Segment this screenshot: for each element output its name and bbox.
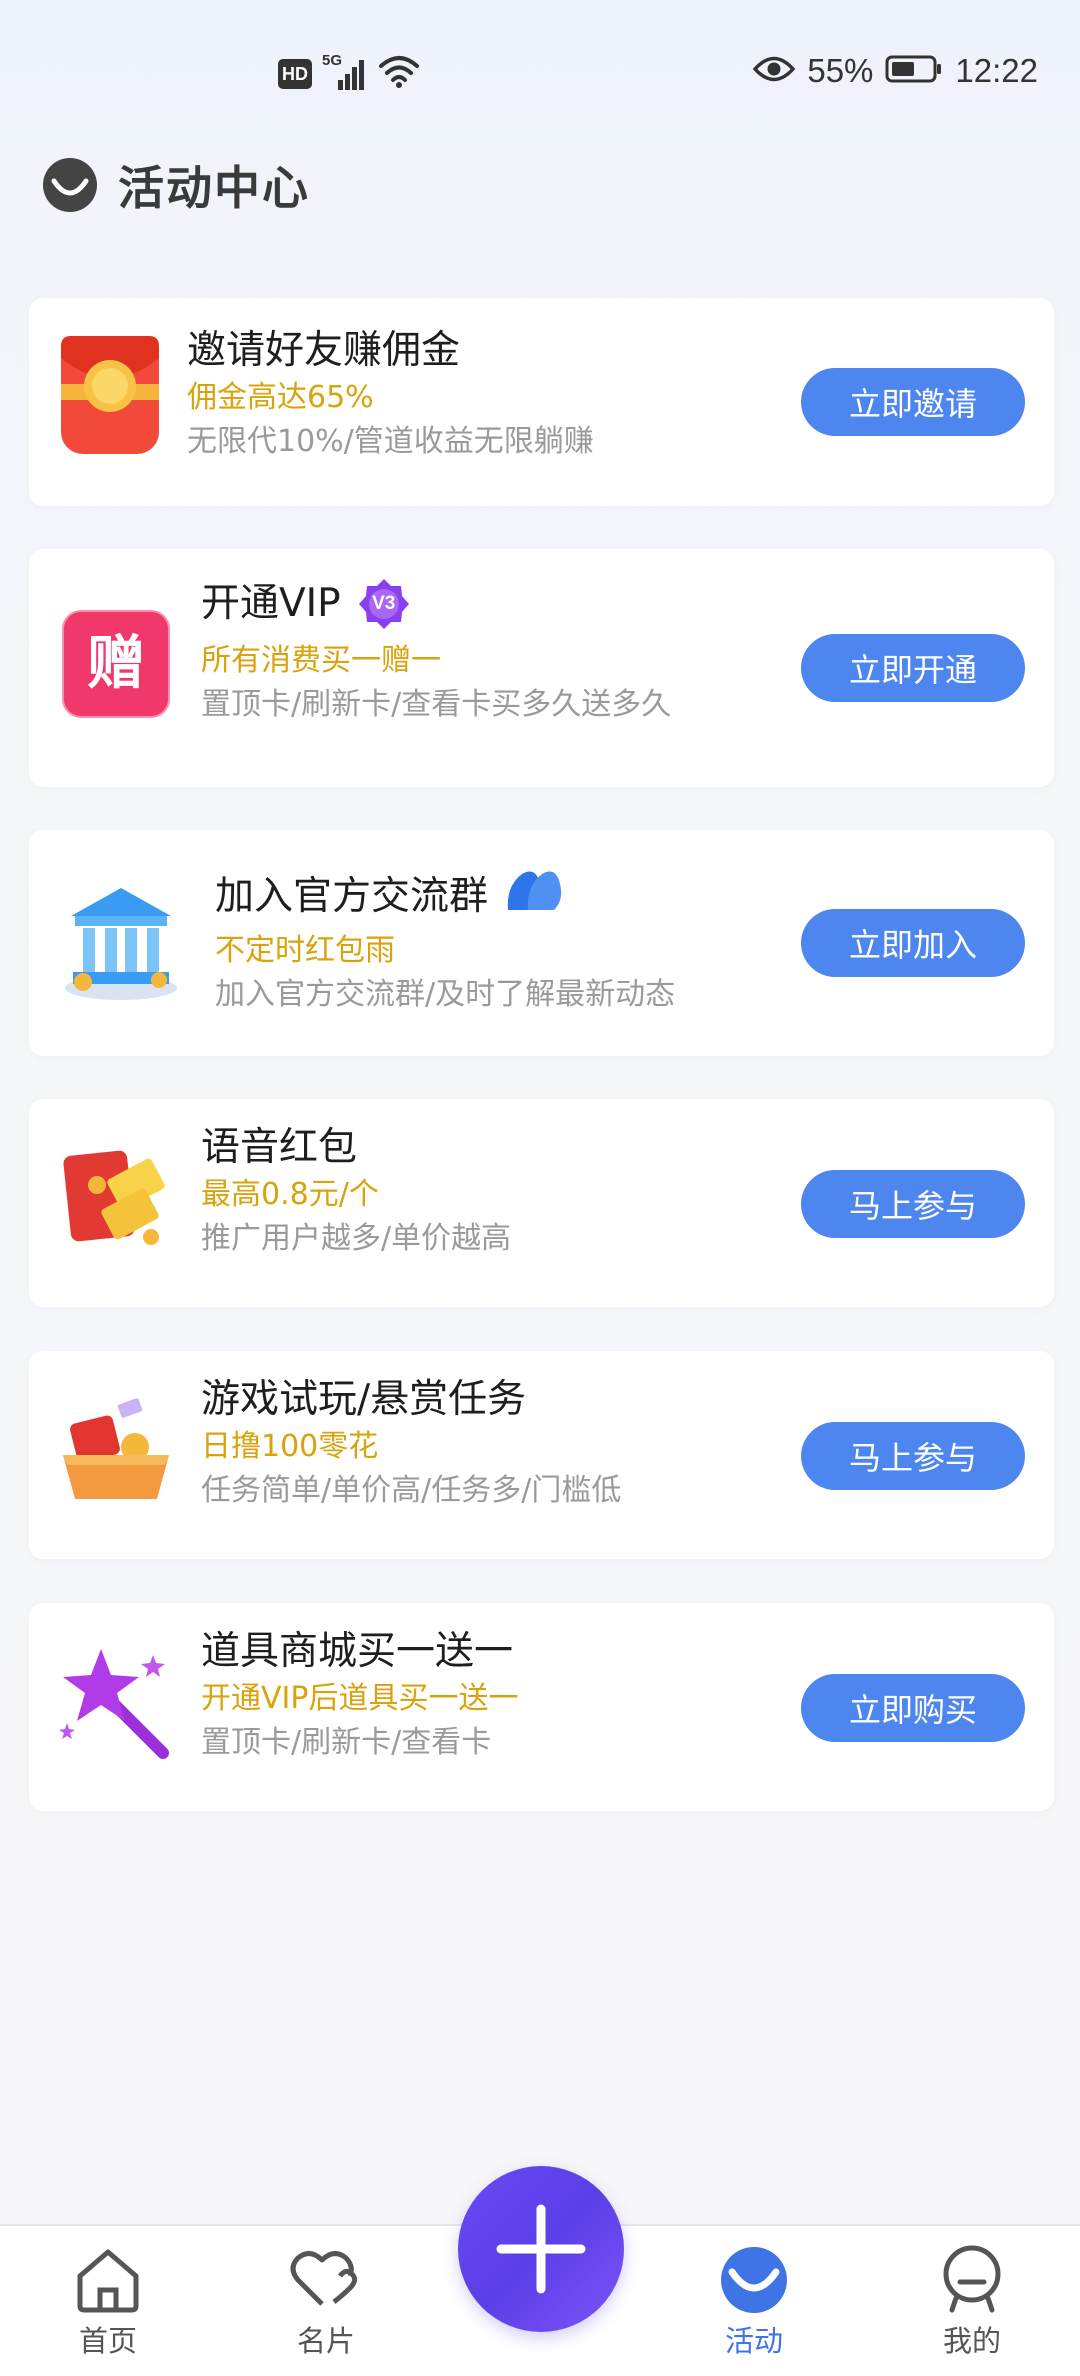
vip-level-badge-icon: V3 — [357, 577, 411, 631]
gift-badge-text: 赠 — [87, 629, 145, 697]
nav-item-home[interactable]: 首页 — [18, 2226, 198, 2376]
page-title: 活动中心 — [118, 161, 310, 215]
card-text: 道具商城买一送一 开通VIP后道具买一送一 置顶卡/刷新卡/查看卡 — [201, 1627, 518, 1765]
card-description: 置顶卡/刷新卡/查看卡买多久送多久 — [201, 687, 672, 722]
status-bar: HD 5G 55% 12:22 — [0, 0, 1080, 150]
group-chat-icon — [504, 866, 564, 927]
join-game-trial-button[interactable]: 马上参与 — [801, 1422, 1025, 1490]
status-left: HD 5G — [278, 52, 420, 93]
nav-label-card: 名片 — [296, 2324, 355, 2358]
page-header: 活动中心 — [42, 150, 310, 220]
card-prop-mall[interactable]: 道具商城买一送一 开通VIP后道具买一送一 置顶卡/刷新卡/查看卡 立即购买 — [29, 1603, 1054, 1811]
card-voice-red-packet[interactable]: 语音红包 最高0.8元/个 推广用户越多/单价越高 马上参与 — [29, 1099, 1054, 1307]
buy-now-button[interactable]: 立即购买 — [801, 1674, 1025, 1742]
join-voice-packet-button[interactable]: 马上参与 — [801, 1170, 1025, 1238]
card-title: 游戏试玩/悬赏任务 — [201, 1377, 527, 1422]
card-open-vip[interactable]: 赠 开通VIP V3 所有消费买一赠一 置顶卡/刷新卡/查看卡买多久送多久 立即… — [29, 549, 1054, 787]
clock: 12:22 — [955, 52, 1038, 89]
card-description: 加入官方交流群/及时了解最新动态 — [215, 977, 676, 1012]
eye-icon — [752, 54, 796, 88]
reward-basket-icon — [57, 1395, 175, 1507]
card-highlight: 佣金高达65% — [187, 380, 374, 415]
activity-logo-icon — [42, 157, 98, 213]
nav-label-home: 首页 — [78, 2324, 137, 2358]
heart-card-icon — [290, 2251, 358, 2306]
battery-icon — [885, 54, 943, 88]
card-title-row: 开通VIP V3 — [201, 577, 671, 631]
card-title: 邀请好友赚佣金 — [187, 328, 461, 373]
red-packet-coupon-icon — [59, 1139, 173, 1251]
card-invite-friends[interactable]: 邀请好友赚佣金 佣金高达65% 无限代10%/管道收益无限躺赚 立即邀请 — [29, 298, 1054, 506]
card-game-trial[interactable]: 游戏试玩/悬赏任务 日撸100零花 任务简单/单价高/任务多/门槛低 马上参与 — [29, 1351, 1054, 1559]
card-description: 置顶卡/刷新卡/查看卡 — [201, 1725, 492, 1760]
vip-level-badge-text: V3 — [372, 593, 396, 614]
card-text: 加入官方交流群 不定时红包雨 加入官方交流群/及时了解最新动态 — [215, 866, 675, 1017]
card-description: 任务简单/单价高/任务多/门槛低 — [201, 1473, 622, 1508]
bank-building-icon — [59, 878, 183, 1002]
card-highlight: 所有消费买一赠一 — [201, 643, 441, 678]
activity-icon — [721, 2247, 787, 2313]
card-highlight: 开通VIP后道具买一送一 — [201, 1681, 519, 1716]
join-now-button[interactable]: 立即加入 — [801, 909, 1025, 977]
card-text: 邀请好友赚佣金 佣金高达65% 无限代10%/管道收益无限躺赚 — [187, 326, 594, 464]
hd-badge: HD — [278, 59, 312, 89]
card-description: 推广用户越多/单价越高 — [201, 1221, 512, 1256]
red-envelope-icon — [55, 328, 165, 458]
card-text: 游戏试玩/悬赏任务 日撸100零花 任务简单/单价高/任务多/门槛低 — [201, 1375, 621, 1513]
card-title-row: 加入官方交流群 — [215, 866, 675, 927]
card-title: 加入官方交流群 — [215, 873, 489, 919]
signal-icon: 5G — [322, 52, 368, 92]
gift-badge-icon: 赠 — [61, 609, 171, 719]
magic-wand-icon — [55, 1641, 175, 1761]
card-title: 开通VIP — [201, 581, 341, 626]
battery-percent: 55% — [807, 52, 874, 89]
nav-label-mine: 我的 — [942, 2324, 1001, 2358]
card-highlight: 不定时红包雨 — [215, 933, 395, 968]
card-title: 道具商城买一送一 — [201, 1629, 514, 1674]
open-now-button[interactable]: 立即开通 — [801, 634, 1025, 702]
wifi-icon — [378, 55, 420, 93]
nav-item-mine[interactable]: 我的 — [882, 2226, 1062, 2376]
plus-icon — [496, 2204, 586, 2294]
nav-label-activity: 活动 — [724, 2324, 783, 2358]
card-join-group[interactable]: 加入官方交流群 不定时红包雨 加入官方交流群/及时了解最新动态 立即加入 — [29, 830, 1054, 1056]
invite-now-button[interactable]: 立即邀请 — [801, 368, 1025, 436]
home-icon — [77, 2249, 139, 2313]
card-description: 无限代10%/管道收益无限躺赚 — [187, 424, 594, 459]
profile-icon — [943, 2245, 1001, 2313]
nav-item-card[interactable]: 名片 — [236, 2226, 416, 2376]
nav-item-activity[interactable]: 活动 — [664, 2226, 844, 2376]
status-right: 55% 12:22 — [752, 52, 1038, 90]
card-highlight: 日撸100零花 — [201, 1429, 379, 1464]
add-button[interactable] — [458, 2166, 624, 2332]
card-text: 开通VIP V3 所有消费买一赠一 置顶卡/刷新卡/查看卡买多久送多久 — [201, 577, 671, 727]
card-highlight: 最高0.8元/个 — [201, 1177, 379, 1212]
card-text: 语音红包 最高0.8元/个 推广用户越多/单价越高 — [201, 1123, 511, 1261]
card-title: 语音红包 — [201, 1125, 358, 1170]
